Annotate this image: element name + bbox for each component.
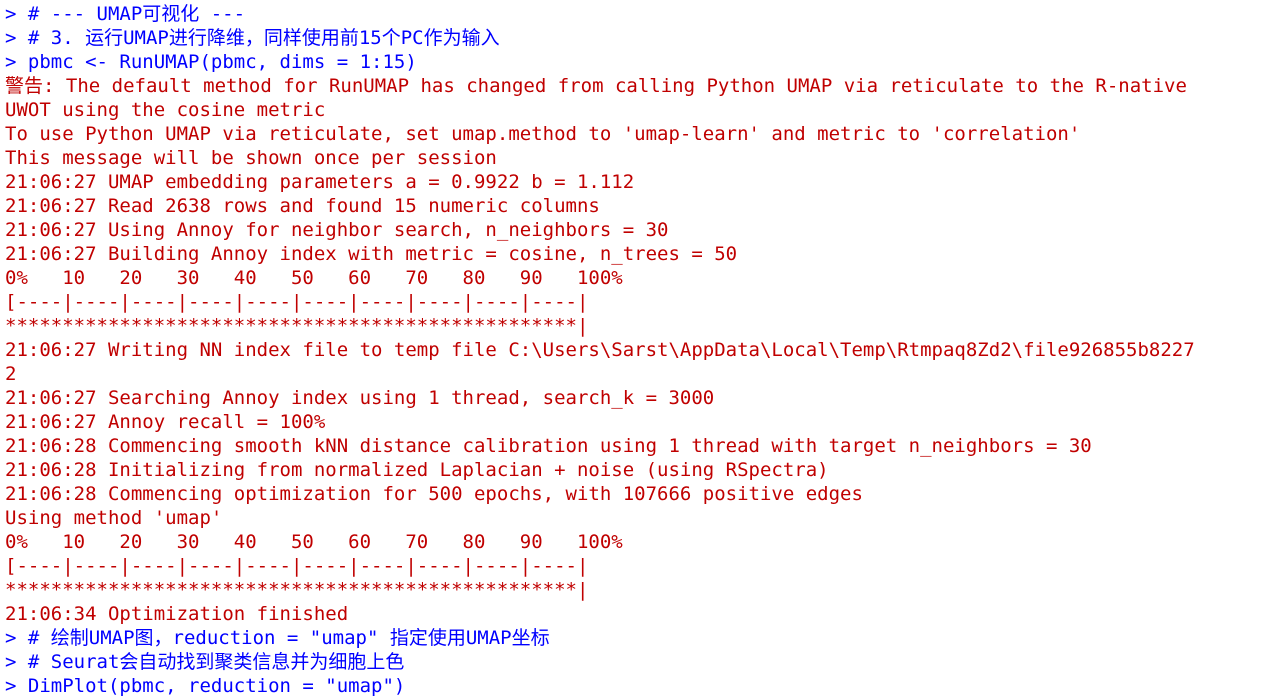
console-output-line: This message will be shown once per sess… (5, 147, 497, 169)
console-output-line: 21:06:27 Annoy recall = 100% (5, 411, 326, 433)
console-output-line: Using method 'umap' (5, 507, 223, 529)
console-output-line: ****************************************… (5, 579, 589, 601)
console-output-line: 21:06:28 Initializing from normalized La… (5, 459, 829, 481)
console-command-line: > DimPlot(pbmc, reduction = "umap") (5, 675, 406, 697)
console-output-line: 21:06:27 Using Annoy for neighbor search… (5, 219, 669, 241)
console-output-line: 21:06:28 Commencing optimization for 500… (5, 483, 863, 505)
r-console[interactable]: > # --- UMAP可视化 --- > # 3. 运行UMAP进行降维，同样使… (0, 0, 1264, 700)
console-output-line: 21:06:28 Commencing smooth kNN distance … (5, 435, 1092, 457)
console-output-line: 21:06:27 Searching Annoy index using 1 t… (5, 387, 715, 409)
console-output-line: 0% 10 20 30 40 50 60 70 80 90 100% (5, 531, 623, 553)
console-output-line: To use Python UMAP via reticulate, set u… (5, 123, 1081, 145)
console-output-line: 21:06:34 Optimization finished (5, 603, 349, 625)
console-command-line: > # Seurat会自动找到聚类信息并为细胞上色 (5, 651, 405, 673)
console-output-line: 2 (5, 363, 17, 385)
console-output-line: 21:06:27 Read 2638 rows and found 15 num… (5, 195, 600, 217)
console-output-line: 0% 10 20 30 40 50 60 70 80 90 100% (5, 267, 623, 289)
console-output-line: 警告: The default method for RunUMAP has c… (5, 75, 1187, 97)
console-command-line: > # 3. 运行UMAP进行降维，同样使用前15个PC作为输入 (5, 27, 500, 49)
console-output-line: 21:06:27 Writing NN index file to temp f… (5, 339, 1195, 361)
console-command-line: > pbmc <- RunUMAP(pbmc, dims = 1:15) (5, 51, 417, 73)
console-command-line: > # 绘制UMAP图，reduction = "umap" 指定使用UMAP坐… (5, 627, 550, 649)
console-output-line: [----|----|----|----|----|----|----|----… (5, 291, 589, 313)
console-output-line: [----|----|----|----|----|----|----|----… (5, 555, 589, 577)
console-output-line: 21:06:27 UMAP embedding parameters a = 0… (5, 171, 635, 193)
console-output-line: ****************************************… (5, 315, 589, 337)
console-output-line: UWOT using the cosine metric (5, 99, 326, 121)
console-command-line: > # --- UMAP可视化 --- (5, 3, 246, 25)
console-output-line: 21:06:27 Building Annoy index with metri… (5, 243, 738, 265)
